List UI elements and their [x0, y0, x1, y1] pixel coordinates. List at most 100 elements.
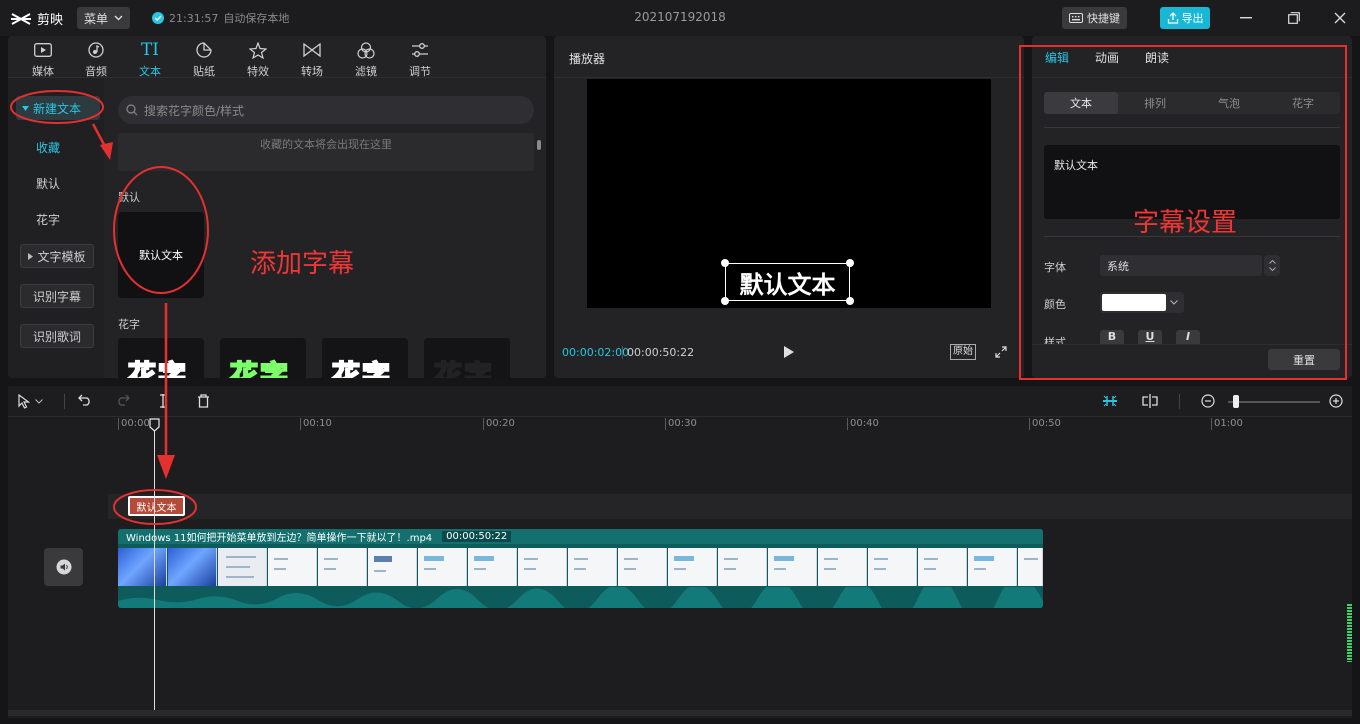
- bold-button[interactable]: B: [1100, 330, 1124, 344]
- chevron-down-icon: [114, 15, 123, 21]
- font-stepper[interactable]: [1264, 255, 1280, 276]
- video-clip-duration: 00:00:50:22: [442, 531, 512, 542]
- resize-handle[interactable]: [721, 297, 729, 305]
- shortcut-button[interactable]: 快捷键: [1062, 7, 1127, 29]
- sidebar-item-favorites[interactable]: 收藏: [36, 139, 60, 156]
- video-thumbnail: [618, 548, 667, 586]
- sidebar-item-new-text[interactable]: 新建文本: [16, 96, 100, 120]
- video-thumbnail: [568, 548, 617, 586]
- recognize-subtitles-button[interactable]: 识别字幕: [20, 284, 94, 308]
- tab-media-label: 媒体: [32, 65, 54, 78]
- adjust-icon: [412, 43, 428, 57]
- link-button[interactable]: [1141, 393, 1159, 409]
- cursor-icon: [18, 394, 30, 409]
- subtitle-overlay-box[interactable]: 默认文本: [725, 263, 850, 301]
- text-clip[interactable]: 默认文本: [128, 496, 185, 516]
- export-button[interactable]: 导出: [1160, 7, 1210, 29]
- autosave-text: 自动保存本地: [223, 12, 290, 25]
- ruler-label: 00:40: [850, 418, 879, 429]
- tab-effects[interactable]: 特效: [233, 40, 283, 79]
- zoom-out-icon: [1201, 394, 1215, 408]
- underline-button[interactable]: U: [1138, 330, 1162, 344]
- tab-text[interactable]: TI 文本: [125, 40, 175, 79]
- delete-button[interactable]: [197, 394, 210, 408]
- video-clip-name: Windows 11如何把开始菜单放到左边？简单操作一下就以了！.mp4: [126, 533, 433, 544]
- fancy-style-card[interactable]: 花字: [424, 338, 510, 378]
- text-track: [108, 494, 1352, 519]
- video-thumbnail: [1018, 548, 1043, 586]
- subtitle-overlay-text: 默认文本: [739, 270, 836, 299]
- fancy-style-card[interactable]: 花字: [322, 338, 408, 378]
- subtab-arrange[interactable]: 排列: [1118, 92, 1192, 114]
- keyboard-icon: [1069, 13, 1083, 23]
- materials-tab-bar: 媒体 音频 TI 文本 贴纸 特效 转场 滤镜 调节: [8, 36, 546, 78]
- timeline-horizontal-scrollbar[interactable]: [8, 710, 1352, 716]
- zoom-slider[interactable]: [1228, 401, 1320, 403]
- video-clip[interactable]: Windows 11如何把开始菜单放到左边？简单操作一下就以了！.mp4 00:…: [118, 529, 1043, 608]
- recognize-lyrics-button[interactable]: 识别歌词: [20, 324, 94, 348]
- redo-button[interactable]: [116, 394, 130, 406]
- font-select[interactable]: 系统: [1100, 255, 1262, 276]
- zoom-slider-handle[interactable]: [1233, 395, 1239, 408]
- zoom-in-button[interactable]: [1329, 394, 1343, 408]
- media-icon: [34, 43, 52, 57]
- track-mute-button[interactable]: [44, 548, 83, 586]
- tab-sticker[interactable]: 贴纸: [179, 40, 229, 79]
- playhead-handle-icon[interactable]: [149, 418, 160, 432]
- resize-handle[interactable]: [846, 297, 854, 305]
- tab-audio[interactable]: 音频: [71, 40, 121, 79]
- sidebar-item-default[interactable]: 默认: [36, 175, 60, 192]
- tab-transition[interactable]: 转场: [287, 40, 337, 79]
- play-button[interactable]: [783, 345, 795, 359]
- inspector-tab-animation[interactable]: 动画: [1095, 49, 1119, 66]
- video-thumbnail: [518, 548, 567, 586]
- trash-icon: [198, 394, 209, 408]
- fancy-style-card[interactable]: 花字: [118, 338, 204, 378]
- check-circle-icon: [152, 12, 164, 24]
- italic-button[interactable]: I: [1176, 330, 1200, 344]
- undo-button[interactable]: [78, 394, 92, 406]
- sticker-icon: [196, 42, 212, 58]
- subtab-bubble[interactable]: 气泡: [1192, 92, 1266, 114]
- search-icon: [126, 104, 138, 116]
- magnet-snap-button[interactable]: [1101, 393, 1119, 409]
- fullscreen-button[interactable]: [995, 346, 1007, 358]
- main-menu-button[interactable]: 菜单: [77, 7, 130, 29]
- player-panel: 播放器 默认文本 00:00:02:00 00:00:50:22 原始: [554, 36, 1024, 378]
- tab-filter[interactable]: 滤镜: [341, 40, 391, 79]
- tab-effects-label: 特效: [247, 65, 269, 78]
- subtab-text[interactable]: 文本: [1044, 92, 1118, 114]
- fancy-sample-3: 花字: [331, 358, 393, 378]
- aspect-ratio-button[interactable]: 原始: [950, 344, 976, 360]
- close-button[interactable]: [1331, 9, 1349, 27]
- split-button[interactable]: [158, 394, 168, 408]
- ruler-label: 00:20: [486, 418, 515, 429]
- playhead-line[interactable]: [154, 424, 155, 712]
- play-icon: [784, 346, 794, 358]
- resize-handle[interactable]: [846, 259, 854, 267]
- video-thumbnail: [718, 548, 767, 586]
- default-text-card[interactable]: 默认文本: [118, 212, 204, 298]
- text-clip-label: 默认文本: [136, 502, 177, 514]
- reset-button[interactable]: 重置: [1268, 349, 1340, 370]
- text-search-box[interactable]: 搜索花字颜色/样式: [118, 96, 534, 124]
- inspector-tab-edit[interactable]: 编辑: [1045, 49, 1069, 66]
- sidebar-item-templates[interactable]: 文字模板: [20, 244, 94, 268]
- select-tool-button[interactable]: [18, 394, 43, 409]
- sidebar-item-fancy[interactable]: 花字: [36, 211, 60, 228]
- video-thumbnail: [468, 548, 517, 586]
- style-label: 样式: [1044, 336, 1066, 344]
- video-thumbnail: [418, 548, 467, 586]
- inspector-tab-read[interactable]: 朗读: [1145, 49, 1169, 66]
- library-scrollbar[interactable]: [537, 140, 541, 150]
- resize-handle[interactable]: [721, 259, 729, 267]
- tab-adjust[interactable]: 调节: [395, 40, 445, 79]
- tab-media[interactable]: 媒体: [18, 40, 68, 79]
- fancy-sample-2: 花字: [229, 358, 291, 378]
- fancy-style-card[interactable]: 花字: [220, 338, 306, 378]
- subtab-fancy[interactable]: 花字: [1266, 92, 1340, 114]
- zoom-out-button[interactable]: [1201, 394, 1215, 408]
- maximize-button[interactable]: [1285, 9, 1303, 27]
- title-bar: 剪映 菜单 21:31:57 自动保存本地 202107192018 快捷键 导…: [0, 0, 1360, 36]
- minimize-button[interactable]: [1237, 9, 1255, 27]
